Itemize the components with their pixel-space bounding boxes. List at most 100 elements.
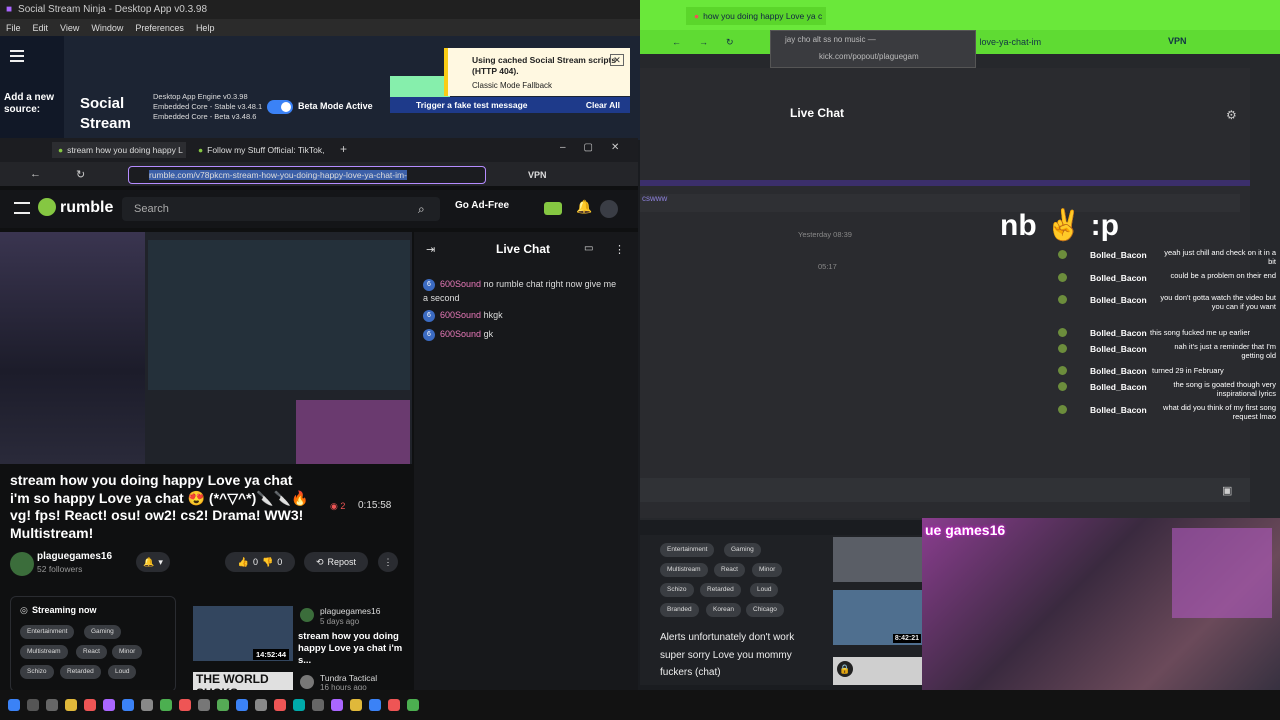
popout-icon[interactable]: ▭ [584, 243, 593, 254]
gift-icon[interactable]: ▣ [1222, 484, 1232, 497]
app-icon[interactable] [293, 699, 305, 711]
kick-url-fragment[interactable]: love-ya-chat-im [980, 37, 1042, 47]
app-icon[interactable] [217, 699, 229, 711]
chat-menu-icon[interactable]: ⋮ [614, 243, 625, 256]
recommended-channel[interactable]: plaguegames16 [320, 606, 381, 616]
tag-minor[interactable]: Minor [752, 563, 783, 577]
window-controls[interactable]: –▢✕ [560, 142, 637, 153]
app-icon[interactable] [331, 699, 343, 711]
chat-user[interactable]: Bolled_Bacon [1090, 250, 1147, 260]
collapse-chat-icon[interactable]: ⇥ [426, 243, 435, 256]
clear-all-button[interactable]: Clear All [586, 100, 620, 110]
recommended-channel[interactable]: Tundra Tactical [320, 673, 377, 683]
search-icon[interactable] [27, 699, 39, 711]
brave-icon[interactable] [84, 699, 96, 711]
menu-view[interactable]: View [60, 23, 79, 33]
tag-gaming[interactable]: Gaming [724, 543, 761, 557]
tag-branded[interactable]: Branded [660, 603, 699, 617]
app-icon[interactable] [255, 699, 267, 711]
beta-mode-toggle[interactable] [267, 100, 293, 114]
video-thumbnail[interactable]: 8:42:21 [833, 590, 923, 645]
chat-user[interactable]: Bolled_Bacon [1090, 273, 1147, 283]
app-icon[interactable] [274, 699, 286, 711]
channel-avatar[interactable] [10, 552, 34, 576]
tag-gaming[interactable]: Gaming [84, 625, 121, 639]
recommended-thumbnail[interactable]: THE WORLD SUCKS [193, 672, 293, 700]
tag-korean[interactable]: Korean [706, 603, 741, 617]
kick-chat-input[interactable] [640, 478, 1250, 502]
app-icon[interactable] [160, 699, 172, 711]
popout-url[interactable]: kick.com/popout/plaguegam [785, 52, 961, 61]
tab-tiktok[interactable]: ● Follow my Stuff Official: TikTok, [192, 142, 326, 158]
tab-rumble-stream[interactable]: ● stream how you doing happy L [52, 142, 186, 158]
channel-name[interactable]: plaguegames16 [37, 551, 112, 562]
channel-avatar[interactable] [300, 608, 314, 622]
tag-entertainment[interactable]: Entertainment [660, 543, 715, 557]
more-options-icon[interactable]: ⋮ [378, 552, 398, 572]
chat-user[interactable]: Bolled_Bacon [1090, 328, 1147, 338]
back-icon[interactable]: ← [672, 37, 681, 47]
go-ad-free-button[interactable]: Go Ad-Free [455, 200, 509, 211]
menu-edit[interactable]: Edit [33, 23, 49, 33]
vpn-badge[interactable]: VPN [528, 170, 547, 180]
tag-retarded[interactable]: Retarded [60, 665, 101, 679]
search-input[interactable]: Search [122, 197, 440, 221]
app-icon[interactable] [236, 699, 248, 711]
tag-retarded[interactable]: Retarded [700, 583, 741, 597]
bell-icon[interactable]: 🔔 [576, 199, 592, 215]
explorer-icon[interactable] [65, 699, 77, 711]
app-icon[interactable] [122, 699, 134, 711]
search-icon[interactable]: ⌕ [418, 202, 425, 217]
notify-button[interactable]: 🔔 ▾ [136, 552, 170, 572]
chat-user[interactable]: 600Sound [440, 329, 481, 339]
upload-icon[interactable] [544, 202, 562, 215]
new-tab-icon[interactable]: + [340, 142, 347, 156]
chat-user[interactable]: Bolled_Bacon [1090, 405, 1147, 415]
app-icon[interactable] [198, 699, 210, 711]
tag-loud[interactable]: Loud [750, 583, 779, 597]
chat-user[interactable]: Bolled_Bacon [1090, 344, 1147, 354]
green-button[interactable] [390, 76, 450, 98]
repost-button[interactable]: ⟲ Repost [304, 552, 368, 572]
app-icon[interactable] [369, 699, 381, 711]
close-icon[interactable]: ✕ [610, 54, 624, 66]
video-thumbnail[interactable] [833, 537, 923, 582]
menu-file[interactable]: File [6, 23, 21, 33]
menu-preferences[interactable]: Preferences [135, 23, 184, 33]
reload-icon[interactable]: ↻ [76, 168, 85, 181]
tag-entertainment[interactable]: Entertainment [20, 625, 75, 639]
app-icon[interactable] [141, 699, 153, 711]
rumble-logo[interactable]: rumble [60, 199, 113, 217]
menu-help[interactable]: Help [196, 23, 215, 33]
taskview-icon[interactable] [46, 699, 58, 711]
tag-minor[interactable]: Minor [112, 645, 143, 659]
reload-icon[interactable]: ↻ [726, 37, 734, 48]
tag-chicago[interactable]: Chicago [746, 603, 784, 617]
app-icon[interactable] [407, 699, 419, 711]
tag-multistream[interactable]: Multistream [660, 563, 708, 577]
video-thumbnail[interactable]: 🔒 [833, 657, 923, 685]
chat-user[interactable]: 600Sound [440, 279, 481, 289]
thumbs-down-icon[interactable]: 👎 [262, 557, 273, 568]
video-player[interactable] [0, 232, 412, 464]
app-icon[interactable] [388, 699, 400, 711]
chat-user[interactable]: Bolled_Bacon [1090, 366, 1147, 376]
channel-avatar[interactable] [300, 675, 314, 689]
tag-multistream[interactable]: Multistream [20, 645, 68, 659]
chat-user[interactable]: Bolled_Bacon [1090, 295, 1147, 305]
address-bar[interactable]: rumble.com/v78pkcm-stream-how-you-doing-… [128, 166, 486, 184]
back-icon[interactable]: ← [30, 168, 41, 180]
tag-react[interactable]: React [714, 563, 745, 577]
kick-tab[interactable]: ● how you doing happy Love ya c [686, 7, 826, 25]
thumbs-up-icon[interactable]: 👍 [238, 557, 249, 568]
trigger-fake-message-button[interactable]: Trigger a fake test message [416, 100, 528, 110]
recommended-title[interactable]: stream how you doing happy Love ya chat … [298, 631, 410, 667]
forward-icon[interactable]: → [699, 37, 708, 47]
tag-react[interactable]: React [76, 645, 107, 659]
app-icon[interactable] [103, 699, 115, 711]
tag-schizo[interactable]: Schizo [660, 583, 694, 597]
menu-window[interactable]: Window [91, 23, 123, 33]
start-icon[interactable] [8, 699, 20, 711]
avatar[interactable] [600, 200, 618, 218]
tag-schizo[interactable]: Schizo [20, 665, 54, 679]
